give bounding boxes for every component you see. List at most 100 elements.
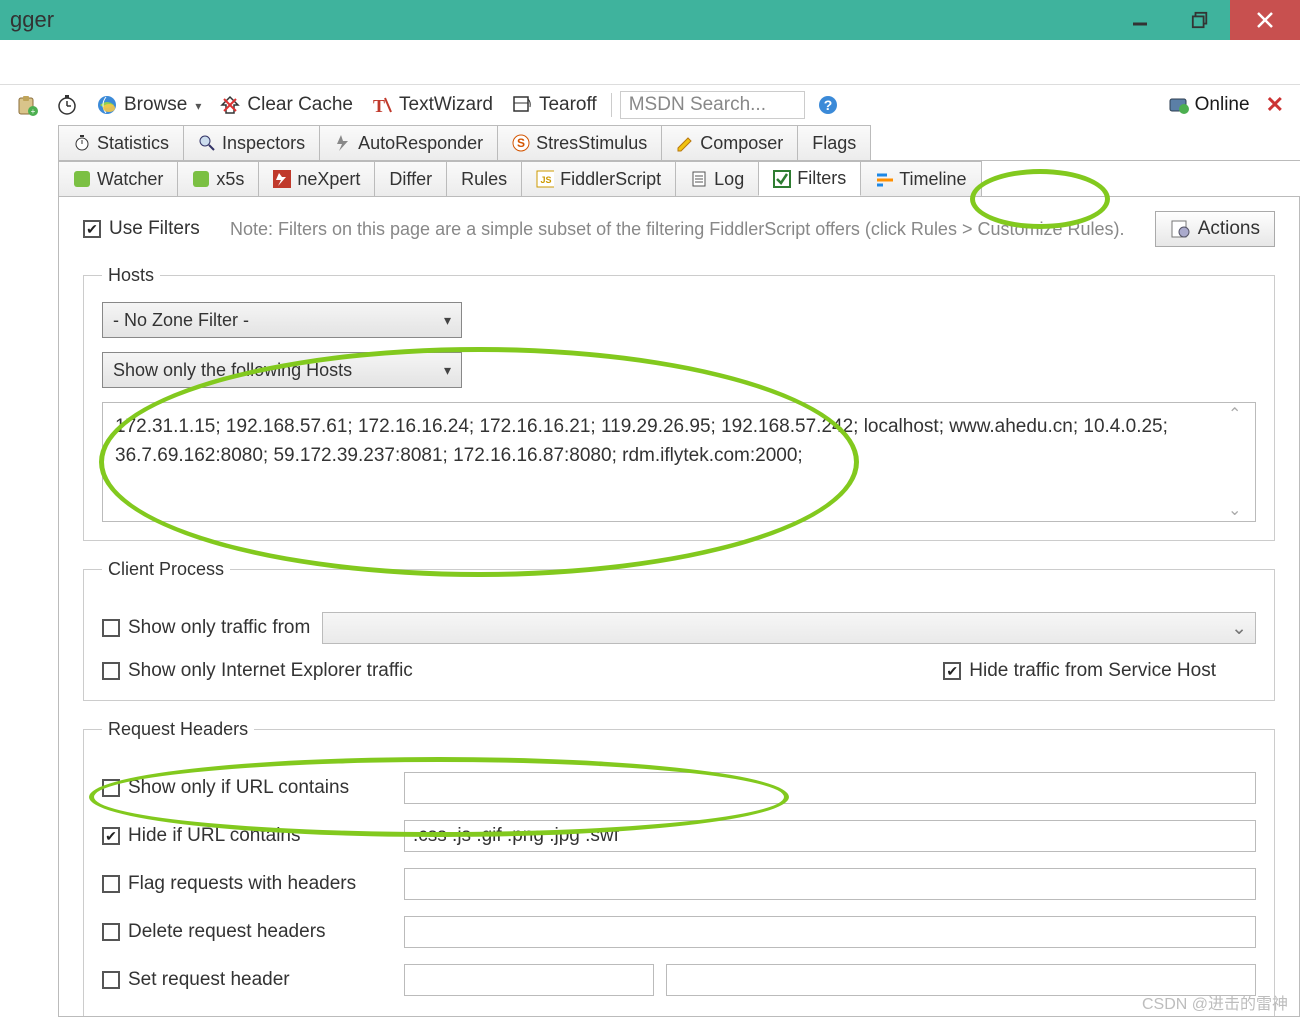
clear-cache-button[interactable]: Clear Cache [213,92,359,118]
tab-composer[interactable]: Composer [661,125,798,160]
checkbox-icon [102,779,120,797]
label: Show only if URL contains [128,777,349,799]
tab-label: x5s [216,169,244,190]
set-request-header-checkbox[interactable]: Set request header [102,969,392,991]
stopwatch-icon [73,134,91,152]
client-process-fieldset: Client Process Show only traffic from ⌄ … [83,559,1275,701]
green-chip-icon [73,170,91,188]
label: Hide if URL contains [128,825,300,847]
close-button[interactable] [1230,0,1300,40]
svg-text:JS: JS [541,175,552,185]
flag-requests-headers-checkbox[interactable]: Flag requests with headers [102,873,392,895]
msdn-search-input[interactable]: MSDN Search... [620,91,805,119]
lightning-icon [334,134,352,152]
label: Hide traffic from Service Host [969,660,1216,682]
restore-button[interactable] [1170,0,1230,40]
hide-service-host-checkbox[interactable]: Hide traffic from Service Host [943,660,1216,682]
tab-label: StresStimulus [536,133,647,154]
tab-statistics[interactable]: Statistics [58,125,184,160]
chevron-down-icon: ⌄ [1231,617,1247,640]
request-headers-legend: Request Headers [102,719,254,740]
label: Flag requests with headers [128,873,356,895]
chevron-down-icon [193,94,201,116]
tab-inspectors[interactable]: Inspectors [183,125,320,160]
checkbox-icon [102,619,120,637]
label: Set request header [128,969,290,991]
clipboard-icon[interactable]: + [10,92,44,118]
tab-nexpert[interactable]: neXpert [258,161,375,196]
actions-button[interactable]: Actions [1155,211,1275,247]
tab-label: Composer [700,133,783,154]
tearoff-label: Tearoff [539,94,597,116]
tab-label: Statistics [97,133,169,154]
tab-flags[interactable]: Flags [797,125,871,160]
hide-if-url-input[interactable]: .css .js .gif .png .jpg .swf [404,820,1256,852]
tab-stresstimulus[interactable]: S StresStimulus [497,125,662,160]
tab-log[interactable]: Log [675,161,759,196]
scrollbar[interactable]: ⌃⌄ [1228,404,1254,520]
window-controls [1110,0,1300,40]
checkbox-icon [102,971,120,989]
host-list-textarea[interactable]: 172.31.1.15; 192.168.57.61; 172.16.16.24… [102,402,1256,522]
delete-headers-input[interactable] [404,916,1256,948]
hide-if-url-contains-checkbox[interactable]: Hide if URL contains [102,825,392,847]
tab-autoresponder[interactable]: AutoResponder [319,125,498,160]
tab-rules[interactable]: Rules [446,161,522,196]
filters-panel: Use Filters Note: Filters on this page a… [59,197,1299,1016]
set-header-name-input[interactable] [404,964,654,996]
online-label: Online [1195,94,1250,116]
tab-label: Differ [389,169,432,190]
svg-text:+: + [31,107,36,116]
zone-filter-combo[interactable]: - No Zone Filter - ▾ [102,302,462,338]
checkmark-icon [83,220,101,238]
tab-label: AutoResponder [358,133,483,154]
stopwatch-icon[interactable] [50,92,84,118]
checkbox-icon [102,662,120,680]
request-headers-fieldset: Request Headers Show only if URL contain… [83,719,1275,1016]
tab-watcher[interactable]: Watcher [58,161,178,196]
timeline-icon [875,170,893,188]
flag-headers-input[interactable] [404,868,1256,900]
tab-fiddlerscript[interactable]: JS FiddlerScript [521,161,676,196]
checkbox-icon [102,875,120,893]
label: Show only Internet Explorer traffic [128,660,413,682]
svg-text:?: ? [823,97,832,113]
green-chip-icon [192,170,210,188]
minimize-button[interactable] [1110,0,1170,40]
browse-label: Browse [124,94,187,116]
label: Delete request headers [128,921,326,943]
hosts-fieldset: Hosts - No Zone Filter - ▾ Show only the… [83,265,1275,541]
online-status[interactable]: Online [1167,94,1250,116]
show-only-url-input[interactable] [404,772,1256,804]
browse-button[interactable]: Browse [90,92,207,118]
show-only-traffic-from-checkbox[interactable]: Show only traffic from [102,617,310,639]
help-icon[interactable]: ? [811,92,845,118]
show-only-url-contains-checkbox[interactable]: Show only if URL contains [102,777,392,799]
tab-timeline[interactable]: Timeline [860,161,981,196]
checkmark-icon [943,662,961,680]
textwizard-label: TextWizard [399,94,493,116]
delete-request-headers-checkbox[interactable]: Delete request headers [102,921,392,943]
checkbox-icon [102,923,120,941]
tab-label: Watcher [97,169,163,190]
pencil-icon [676,134,694,152]
close-x-icon[interactable]: ✕ [1266,92,1284,118]
tab-row-2: Watcher x5s neXpert Differ Rules JS Fidd… [58,161,1300,197]
tab-x5s[interactable]: x5s [177,161,259,196]
filters-note: Note: Filters on this page are a simple … [220,217,1135,241]
tab-row-1: Statistics Inspectors AutoResponder S St… [58,125,1300,161]
magnifier-icon [198,134,216,152]
tab-filters[interactable]: Filters [758,161,861,196]
textwizard-button[interactable]: T TextWizard [365,92,499,118]
use-filters-checkbox[interactable]: Use Filters [83,218,200,240]
tab-label: Log [714,169,744,190]
tearoff-button[interactable]: Tearoff [505,92,603,118]
process-combo[interactable]: ⌄ [322,612,1256,644]
host-mode-combo[interactable]: Show only the following Hosts ▾ [102,352,462,388]
tab-label: Rules [461,169,507,190]
zone-filter-value: - No Zone Filter - [113,310,249,331]
show-only-ie-checkbox[interactable]: Show only Internet Explorer traffic [102,660,413,682]
svg-text:S: S [517,136,525,150]
titlebar: gger [0,0,1300,40]
tab-differ[interactable]: Differ [374,161,447,196]
